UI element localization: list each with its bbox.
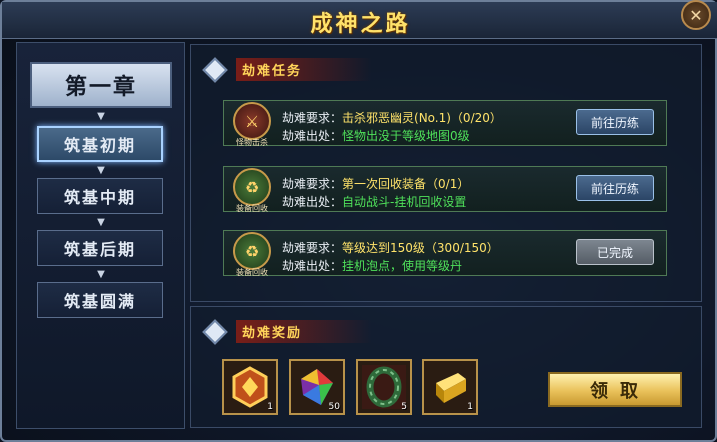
bracelet-icon xyxy=(362,365,406,409)
task-icon-caption: 装备回收 xyxy=(236,268,268,277)
close-icon[interactable]: ✕ xyxy=(681,0,711,30)
reward-item[interactable]: 50 xyxy=(289,359,345,415)
chapter-title: 第一章 xyxy=(30,62,172,108)
source-value: 自动战斗-挂机回收设置 xyxy=(342,195,467,209)
chevron-down-icon: ▼ xyxy=(97,165,105,176)
requirement-value: 第一次回收装备（0/1） xyxy=(342,177,470,191)
window-title: 成神之路 xyxy=(310,12,411,37)
completed-button[interactable]: 已完成 xyxy=(576,239,654,265)
stage-tab-2[interactable]: 筑基中期 xyxy=(37,178,163,214)
task-icon: ♻ 装备回收 xyxy=(232,167,272,213)
reward-count: 1 xyxy=(267,402,273,412)
tasks-section-header: 劫难任务 xyxy=(202,56,373,83)
source-label: 劫难出处： xyxy=(282,129,343,143)
chevron-down-icon: ▼ xyxy=(97,217,105,228)
task-icon-caption: 怪物击杀 xyxy=(236,138,268,147)
go-train-button[interactable]: 前往历练 xyxy=(576,109,654,135)
source-label: 劫难出处： xyxy=(282,195,343,209)
stage-tab-1[interactable]: 筑基初期 xyxy=(37,126,163,162)
source-label: 劫难出处： xyxy=(282,259,343,273)
rewards-section-header: 劫难奖励 xyxy=(202,318,373,345)
recycle-icon: ♻ xyxy=(233,232,271,270)
rewards-section-title: 劫难奖励 xyxy=(236,320,373,343)
source-value: 挂机泡点，使用等级丹 xyxy=(342,259,463,273)
stage-tab-4[interactable]: 筑基圆满 xyxy=(37,282,163,318)
reward-item[interactable]: 1 xyxy=(422,359,478,415)
chevron-down-icon: ▼ xyxy=(97,111,105,122)
reward-item[interactable]: 5 xyxy=(356,359,412,415)
diamond-icon xyxy=(202,318,228,345)
reward-count: 1 xyxy=(467,402,473,412)
claim-button[interactable]: 领取 xyxy=(548,372,682,407)
task-row: ♻ 装备回收 劫难要求：等级达到150级（300/150） 劫难出处：挂机泡点，… xyxy=(223,230,667,277)
reward-count: 50 xyxy=(328,402,340,412)
tasks-section-title: 劫难任务 xyxy=(236,58,373,81)
source-value: 怪物出没于等级地图0级 xyxy=(342,129,470,143)
requirement-value: 等级达到150级（300/150） xyxy=(342,241,499,255)
gold-bar-icon xyxy=(436,373,466,403)
chevron-down-icon: ▼ xyxy=(97,269,105,280)
go-train-button[interactable]: 前往历练 xyxy=(576,175,654,201)
stage-tab-3[interactable]: 筑基后期 xyxy=(37,230,163,266)
diamond-icon xyxy=(202,56,228,83)
reward-count: 5 xyxy=(401,402,407,412)
requirement-value: 击杀邪恶幽灵(No.1)（0/20） xyxy=(342,111,502,125)
task-icon: ♻ 装备回收 xyxy=(232,231,272,277)
requirement-label: 劫难要求： xyxy=(282,177,343,191)
task-row: ♻ 装备回收 劫难要求：第一次回收装备（0/1） 劫难出处：自动战斗-挂机回收设… xyxy=(223,166,667,213)
task-icon-caption: 装备回收 xyxy=(236,204,268,213)
title-bar: 成神之路 xyxy=(2,2,717,39)
level-badge-icon xyxy=(232,366,268,408)
task-row: ⚔ 怪物击杀 劫难要求：击杀邪恶幽灵(No.1)（0/20） 劫难出处：怪物出没… xyxy=(223,100,667,147)
sword-shield-icon: ⚔ xyxy=(233,102,271,140)
requirement-label: 劫难要求： xyxy=(282,111,343,125)
task-icon: ⚔ 怪物击杀 xyxy=(232,101,272,147)
recycle-icon: ♻ xyxy=(233,168,271,206)
requirement-label: 劫难要求： xyxy=(282,241,343,255)
reward-item[interactable]: 1 xyxy=(222,359,278,415)
